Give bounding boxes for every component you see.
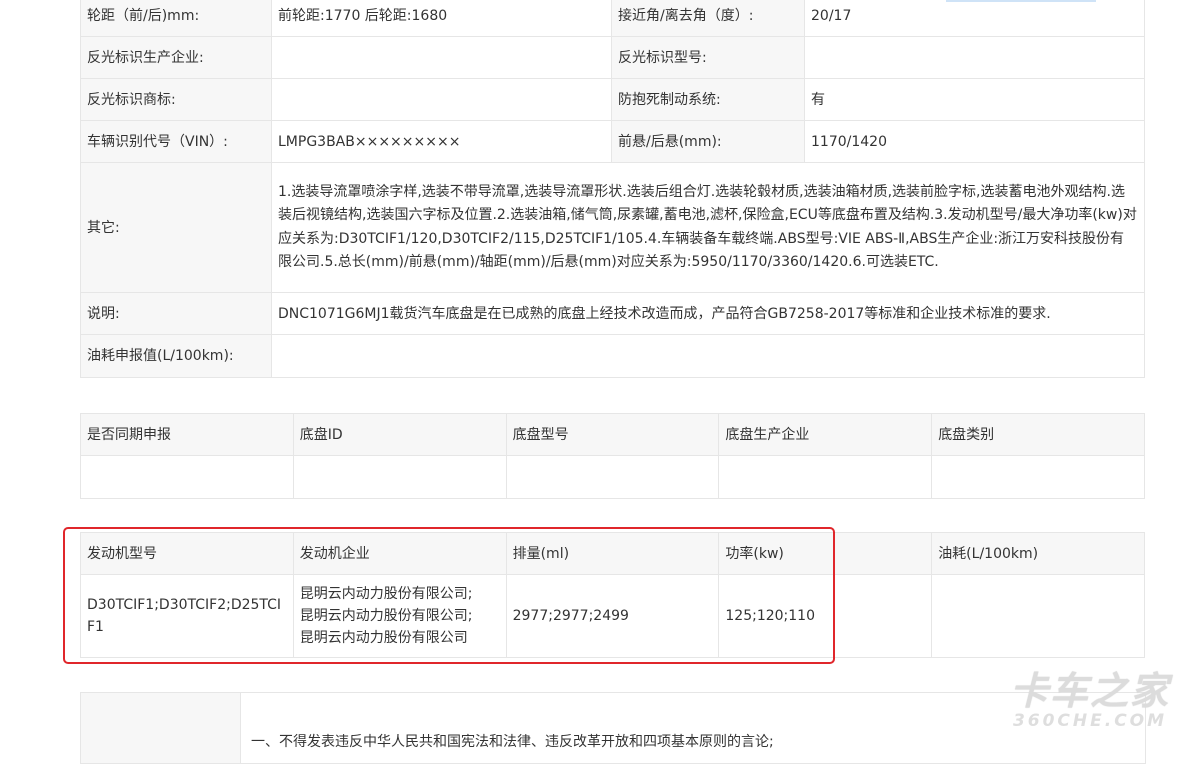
chassis-table: 是否同期申报 底盘ID 底盘型号 底盘生产企业 底盘类别 [80,413,1145,499]
engine-company-line: 昆明云内动力股份有限公司; [299,608,473,624]
spec-value: LMPG3BAB××××××××× [271,120,612,163]
table-row: 反光标识生产企业: 反光标识型号: [80,36,1145,79]
column-header: 功率(kw) [718,532,933,575]
spec-value [271,78,612,121]
table-row: 轮距（前/后)mm: 前轮距:1770 后轮距:1680 接近角/离去角（度）:… [80,0,1145,37]
column-header: 底盘ID [292,413,507,456]
other-value: 1.选装导流罩喷涂字样,选装不带导流罩,选装导流罩形状.选装后组合灯.选装轮毂材… [271,162,1145,293]
table-cell [718,455,933,499]
engine-table: 发动机型号 发动机企业 排量(ml) 功率(kw) 油耗(L/100km) D3… [80,532,1145,658]
spec-value: 前轮距:1770 后轮距:1680 [271,0,612,37]
engine-fuel-cell [931,574,1145,658]
spec-label: 防抱死制动系统: [611,78,805,121]
column-header: 底盘生产企业 [718,413,933,456]
spec-label: 反光标识型号: [611,36,805,79]
table-row: 反光标识商标: 防抱死制动系统: 有 [80,78,1145,121]
engine-power-cell: 125;120;110 [718,574,933,658]
column-header: 油耗(L/100km) [931,532,1145,575]
column-header: 底盘类别 [931,413,1145,456]
table-header-row: 是否同期申报 底盘ID 底盘型号 底盘生产企业 底盘类别 [80,413,1145,456]
engine-company-line: 昆明云内动力股份有限公司; [299,586,473,602]
table-row: 油耗申报值(L/100km): [80,334,1145,378]
engine-company-line: 昆明云内动力股份有限公司 [299,630,468,646]
spec-label: 反光标识生产企业: [80,36,272,79]
table-row: D30TCIF1;D30TCIF2;D25TCIF1 昆明云内动力股份有限公司;… [80,574,1145,658]
table-row: 车辆识别代号（VIN）: LMPG3BAB××××××××× 前悬/后悬(mm)… [80,120,1145,163]
spec-label: 轮距（前/后)mm: [80,0,272,37]
note-value: DNC1071G6MJ1载货汽车底盘是在已成熟的底盘上经技术改造而成，产品符合G… [271,292,1145,335]
table-row: 其它: 1.选装导流罩喷涂字样,选装不带导流罩,选装导流罩形状.选装后组合灯.选… [80,162,1145,293]
spec-label: 接近角/离去角（度）: [611,0,805,37]
table-cell [80,455,294,499]
column-header: 发动机企业 [292,532,507,575]
spec-value: 1170/1420 [804,120,1145,163]
column-header: 底盘型号 [505,413,720,456]
notice-label-cell [81,693,241,763]
spec-value: 20/17 [804,0,1145,37]
column-header: 发动机型号 [80,532,294,575]
spec-value [271,36,612,79]
spec-label: 车辆识别代号（VIN）: [80,120,272,163]
spec-label: 前悬/后悬(mm): [611,120,805,163]
spec-value [804,36,1145,79]
fuel-label: 油耗申报值(L/100km): [80,334,272,378]
table-cell [292,455,507,499]
spec-label: 反光标识商标: [80,78,272,121]
vehicle-spec-table: 轮距（前/后)mm: 前轮距:1770 后轮距:1680 接近角/离去角（度）:… [80,0,1145,378]
table-row [80,455,1145,499]
engine-displacement-cell: 2977;2977;2499 [505,574,720,658]
table-cell [505,455,720,499]
note-label: 说明: [80,292,272,335]
table-row: 说明: DNC1071G6MJ1载货汽车底盘是在已成熟的底盘上经技术改造而成，产… [80,292,1145,335]
column-header: 排量(ml) [505,532,720,575]
engine-company-cell: 昆明云内动力股份有限公司; 昆明云内动力股份有限公司; 昆明云内动力股份有限公司 [292,574,507,658]
column-header: 是否同期申报 [80,413,294,456]
notice-text: 一、不得发表违反中华人民共和国宪法和法律、违反改革开放和四项基本原则的言论; [251,734,774,750]
table-cell [931,455,1145,499]
other-label: 其它: [80,162,272,293]
notice-box: 一、不得发表违反中华人民共和国宪法和法律、违反改革开放和四项基本原则的言论; [80,692,1146,764]
spec-value: 有 [804,78,1145,121]
fuel-value [271,334,1145,378]
table-header-row: 发动机型号 发动机企业 排量(ml) 功率(kw) 油耗(L/100km) [80,532,1145,575]
engine-model-cell: D30TCIF1;D30TCIF2;D25TCIF1 [80,574,294,658]
